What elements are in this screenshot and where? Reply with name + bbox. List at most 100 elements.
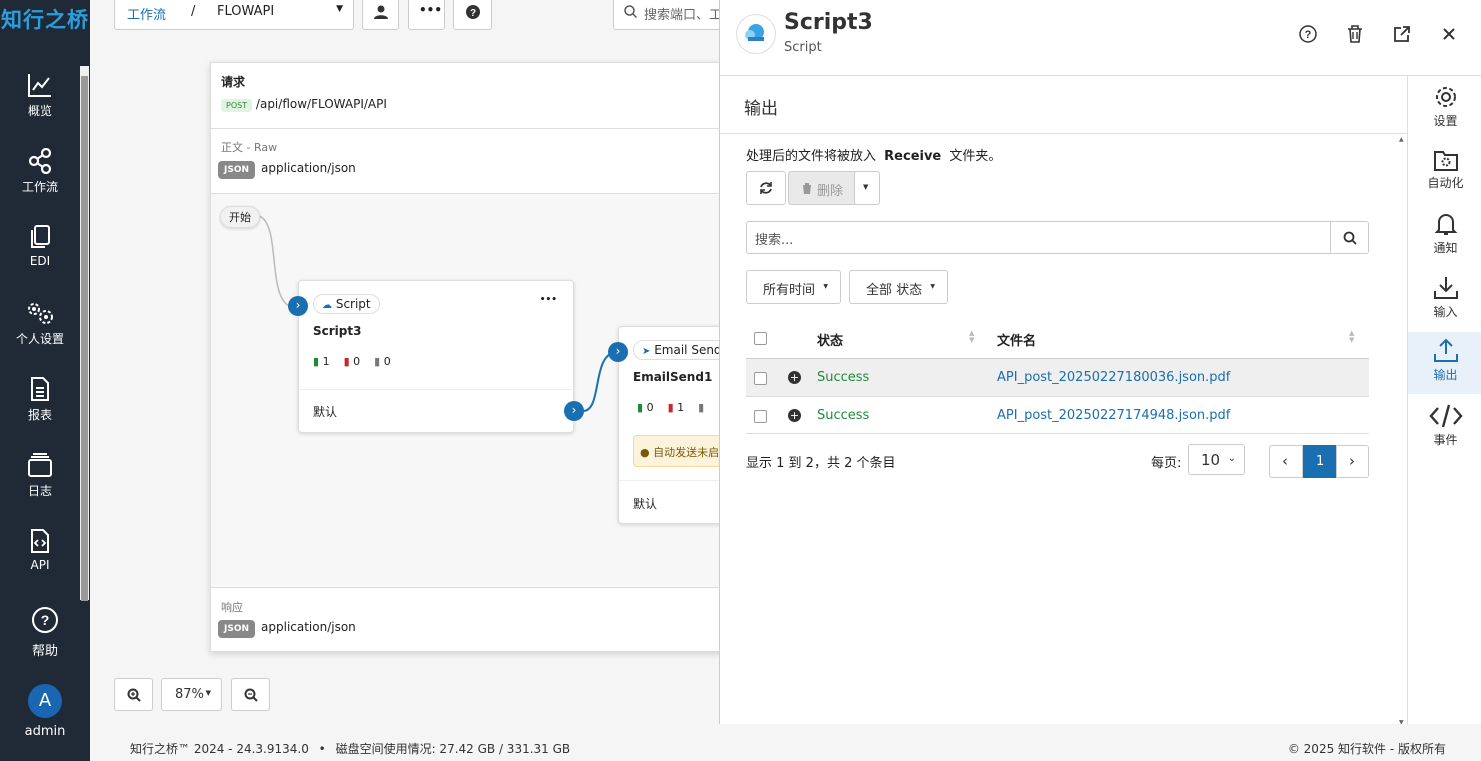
pending-count[interactable]: ▮	[698, 401, 704, 414]
column-header-status[interactable]: 状态	[817, 330, 843, 349]
row-filename-link[interactable]: API_post_20250227174948.json.pdf	[997, 408, 1230, 423]
table-row[interactable]: + Success API_post_20250227180036.json.p…	[746, 358, 1369, 396]
node-type: Email Send	[654, 343, 720, 357]
sort-icon[interactable]: ▲ ▼	[1349, 330, 1354, 344]
node-menu-button[interactable]: •••	[540, 295, 557, 305]
page-button-1[interactable]: 1	[1303, 445, 1336, 478]
tab-label: 事件	[1433, 433, 1458, 447]
tab-events[interactable]: 事件	[1408, 403, 1481, 448]
user-menu[interactable]: A admin	[0, 684, 90, 739]
tab-output[interactable]: 输出	[1408, 332, 1481, 394]
tab-settings[interactable]: 设置	[1408, 84, 1481, 129]
per-page-value: 10	[1201, 451, 1221, 469]
sidebar-item-reports[interactable]: 报表	[0, 376, 80, 423]
tab-label: 输入	[1433, 305, 1458, 319]
error-count[interactable]: ▮ 1	[668, 401, 685, 414]
zoom-in-button[interactable]	[114, 678, 153, 711]
sidebar-item-edi[interactable]: EDI	[0, 224, 80, 268]
layers-icon	[28, 453, 52, 477]
row-checkbox[interactable]	[754, 372, 767, 385]
tab-automation[interactable]: 自动化	[1408, 148, 1481, 191]
sidebar-item-workflow[interactable]: 工作流	[0, 148, 80, 195]
expand-row-icon[interactable]: +	[788, 409, 801, 422]
caret-down-icon: ▼	[823, 283, 828, 290]
question-circle-icon: ?	[32, 607, 58, 633]
select-all-checkbox[interactable]	[754, 332, 767, 345]
upload-icon	[1433, 338, 1458, 362]
help-link[interactable]: ? 帮助	[0, 606, 90, 659]
success-count[interactable]: ▮ 0	[637, 401, 654, 414]
more-button[interactable]: •••	[408, 0, 445, 30]
breadcrumb[interactable]: 工作流 / FLOWAPI ▼	[114, 0, 354, 30]
sidebar-item-api[interactable]: API	[0, 528, 80, 572]
zoom-out-button[interactable]	[231, 678, 270, 711]
version-text: 知行之桥™ 2024 - 24.3.9134.0	[130, 742, 309, 756]
time-filter-dropdown[interactable]: 所有时间 ▼	[746, 270, 841, 304]
flow-node-script[interactable]: ☁ Script ••• Script3 ▮ 1 ▮ 0 ▮ 0 默认 › ›	[288, 280, 584, 433]
panel-scrollbar[interactable]: ▲ ▼	[1398, 136, 1407, 724]
external-link-icon[interactable]	[1393, 25, 1411, 43]
sidebar-item-overview[interactable]: 概览	[0, 72, 80, 119]
svg-text:?: ?	[41, 612, 50, 628]
success-count[interactable]: ▮ 1	[313, 355, 330, 368]
search-placeholder: 搜索端口、工	[644, 8, 720, 23]
help-button[interactable]: ?	[453, 0, 492, 30]
bell-icon	[1434, 214, 1457, 235]
flow-node-email-send[interactable]: ➤ Email Send EmailSend1 ▮ 0 ▮ 1 ▮ ● 自动发送…	[608, 326, 720, 524]
node-input-handle[interactable]: ›	[288, 296, 308, 316]
sidebar-item-logs[interactable]: 日志	[0, 452, 80, 499]
svg-text:?: ?	[470, 8, 476, 19]
pending-count[interactable]: ▮ 0	[374, 355, 391, 368]
sidebar-item-personal-settings[interactable]: 个人设置	[0, 300, 80, 347]
error-count[interactable]: ▮ 0	[344, 355, 361, 368]
tab-notifications[interactable]: 通知	[1408, 211, 1481, 256]
node-input-handle[interactable]: ›	[608, 342, 628, 362]
prev-page-button[interactable]: ‹	[1269, 445, 1303, 478]
send-icon: ➤	[642, 346, 651, 357]
status-filter-dropdown[interactable]: 全部 状态 ▼	[849, 270, 948, 304]
zoom-level-dropdown[interactable]: 87% ▼	[161, 678, 222, 711]
copy-icon	[31, 225, 50, 248]
help-icon[interactable]: ?	[1299, 25, 1317, 43]
close-icon[interactable]	[1442, 27, 1456, 41]
flow-nodes-icon	[28, 148, 52, 174]
tab-input[interactable]: 输入	[1408, 275, 1481, 320]
zoom-out-icon	[244, 688, 258, 702]
request-path: /api/flow/FLOWAPI/API	[255, 97, 387, 111]
node-type-pill: ☁ Script	[313, 294, 380, 314]
caret-down-icon: ▼	[336, 4, 343, 14]
trash-icon[interactable]	[1347, 25, 1363, 43]
row-checkbox[interactable]	[754, 410, 767, 423]
expand-row-icon[interactable]: +	[788, 371, 801, 384]
sort-icon[interactable]: ▲ ▼	[969, 330, 974, 344]
time-filter-label: 所有时间	[763, 283, 816, 298]
search-input[interactable]: 搜索端口、工	[613, 0, 720, 30]
next-page-button[interactable]: ›	[1336, 445, 1369, 478]
delete-dropdown-toggle[interactable]: ▼	[854, 171, 880, 205]
panel-subtitle: Script	[784, 40, 822, 55]
refresh-button[interactable]	[746, 171, 786, 205]
app-logo[interactable]: 知行之桥	[0, 4, 90, 34]
sidebar-item-label: 概览	[27, 104, 52, 118]
method-badge: POST	[221, 99, 253, 112]
node-default-output: 默认	[313, 405, 338, 419]
node-output-handle[interactable]: ›	[564, 401, 584, 421]
footer: 知行之桥™ 2024 - 24.3.9134.0 • 磁盘空间使用情况: 27.…	[90, 724, 1481, 761]
per-page-select[interactable]: 10 ⌄	[1188, 444, 1245, 475]
user-button[interactable]	[362, 0, 399, 30]
flow-canvas[interactable]: 工作流 / FLOWAPI ▼ ••• ? 搜索端口、工 请求 POST /ap…	[90, 0, 720, 724]
help-label: 帮助	[31, 644, 58, 659]
row-filename-link[interactable]: API_post_20250227180036.json.pdf	[997, 370, 1230, 385]
search-button[interactable]	[1330, 221, 1369, 254]
chevron-left-icon: ‹	[1282, 452, 1288, 470]
table-header: 状态 ▲ ▼ 文件名 ▲ ▼	[746, 319, 1369, 358]
breadcrumb-root[interactable]: 工作流	[127, 4, 166, 23]
start-node[interactable]: 开始	[220, 206, 260, 228]
column-header-filename[interactable]: 文件名	[997, 330, 1036, 349]
sidebar-scrollbar[interactable]	[80, 66, 89, 601]
refresh-icon	[760, 182, 772, 194]
chart-line-icon	[28, 74, 51, 97]
table-row[interactable]: + Success API_post_20250227174948.json.p…	[746, 396, 1369, 434]
row-status: Success	[817, 408, 870, 423]
file-search-input[interactable]: 搜索...	[746, 221, 1332, 254]
